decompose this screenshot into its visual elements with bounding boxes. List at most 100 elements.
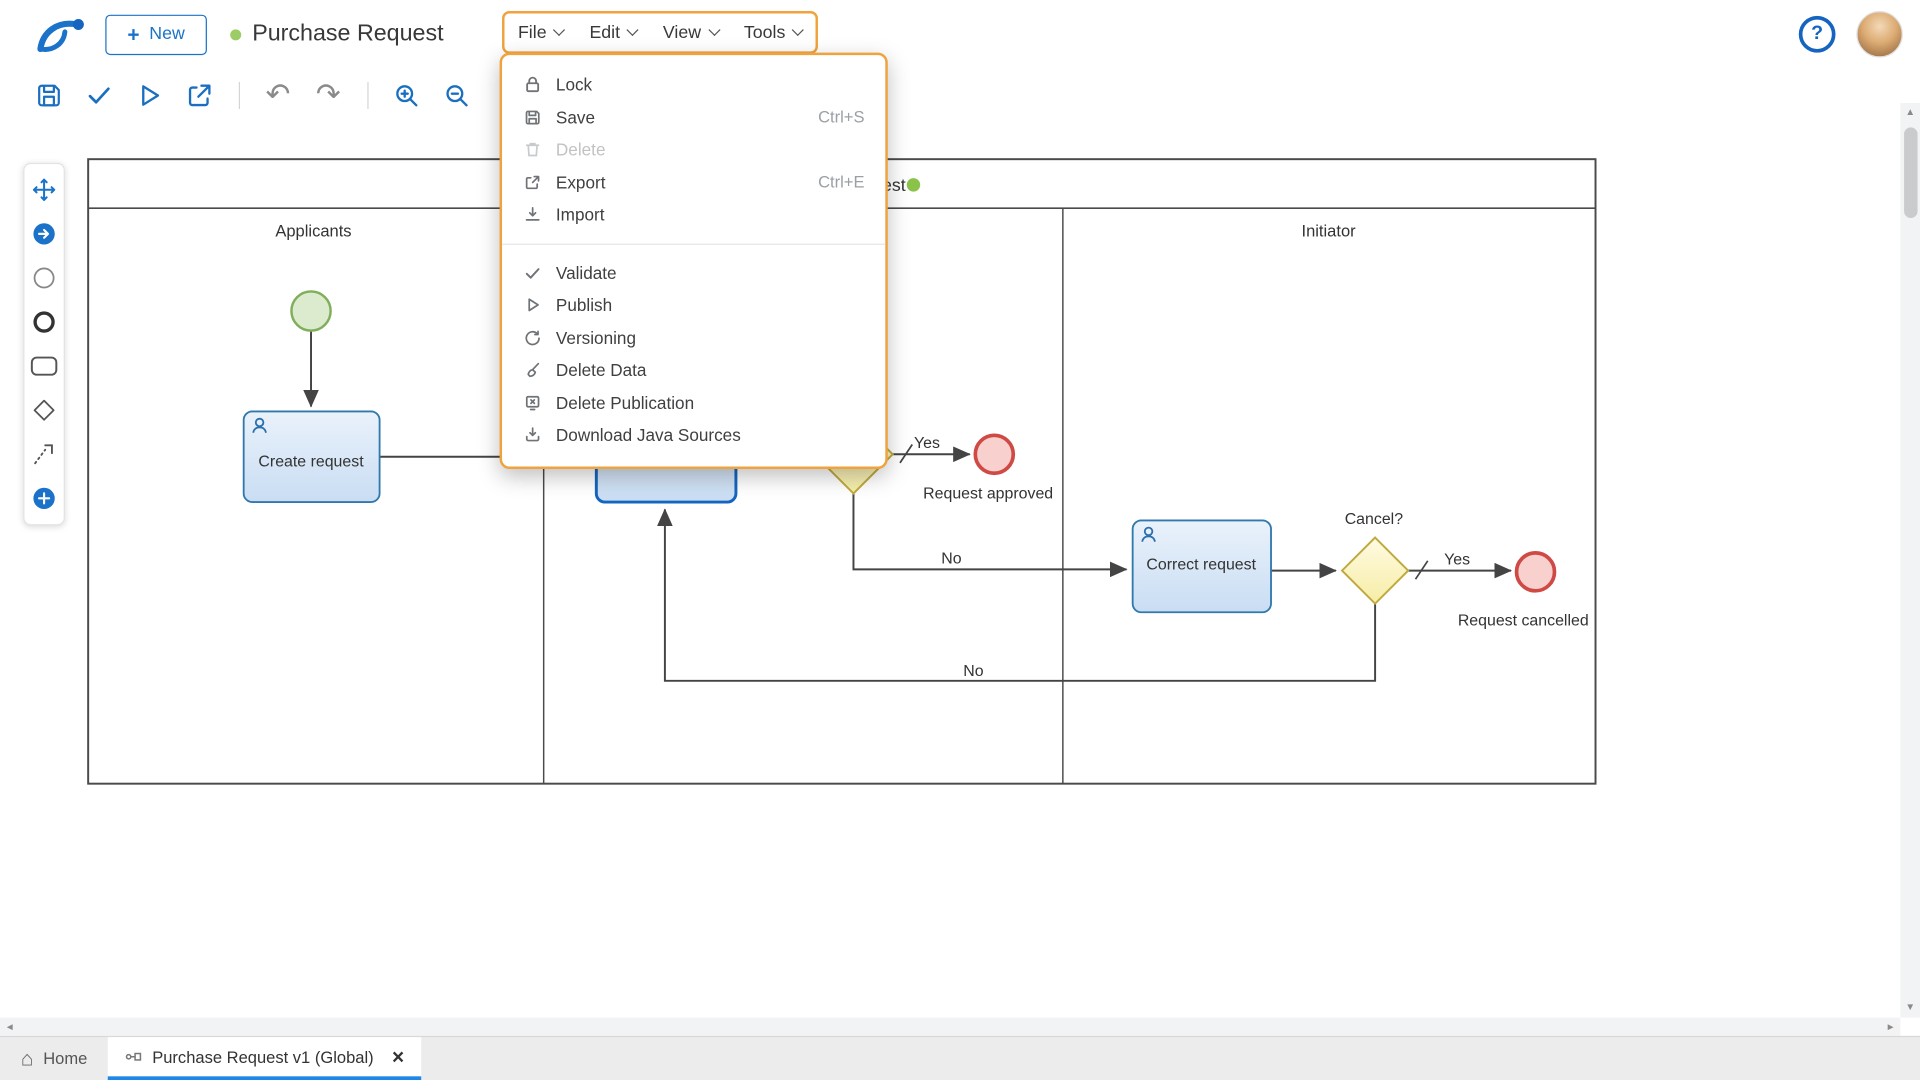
gateway-tool-icon[interactable] (29, 396, 58, 425)
app-root: Purchase Request Applicants Initiator Ye… (0, 0, 1920, 1080)
connect-tool-icon[interactable] (29, 219, 58, 248)
start-event-tool-icon[interactable] (29, 263, 58, 292)
tab-active-label: Purchase Request v1 (Global) (152, 1047, 374, 1066)
redo-icon[interactable]: ↷ (307, 75, 349, 117)
menu-item-publish[interactable]: Publish (502, 289, 885, 321)
menu-item-label: Download Java Sources (555, 425, 741, 445)
menu-item-label: Validate (555, 262, 617, 283)
vertical-scrollbar[interactable]: ▲ ▼ (1900, 102, 1920, 1018)
menu-file[interactable]: File (518, 23, 566, 42)
menu-item-label: Delete Data (555, 360, 647, 380)
close-icon[interactable]: × (392, 1046, 404, 1067)
menu-view-label: View (662, 22, 702, 43)
end-event-tool-icon[interactable] (29, 307, 58, 336)
menu-item-versioning[interactable]: Versioning (502, 321, 885, 353)
app-logo (37, 18, 84, 53)
annotation-connector-tool-icon[interactable] (29, 440, 58, 469)
task-create-request-label: Create request (258, 454, 364, 471)
new-button[interactable]: + New (105, 14, 207, 55)
horizontal-scrollbar[interactable]: ◄ ► (0, 1017, 1901, 1037)
menu-item-delete[interactable]: Delete (502, 133, 885, 165)
end-event-approved-label: Request approved (923, 485, 1053, 502)
menu-item-export[interactable]: Export Ctrl+E (502, 166, 885, 198)
save-icon (525, 110, 540, 125)
tab-home[interactable]: ⌂ Home (0, 1037, 108, 1080)
menu-edit[interactable]: Edit (589, 22, 639, 43)
flow-label-yes2: Yes (1444, 551, 1470, 568)
move-tool-icon[interactable] (29, 175, 58, 204)
menu-item-label: Export (555, 172, 606, 192)
menu-item-download-java-sources[interactable]: Download Java Sources (502, 419, 885, 451)
download-icon (525, 427, 540, 442)
scroll-up-icon[interactable]: ▲ (1900, 103, 1919, 123)
menu-tools[interactable]: Tools (744, 23, 805, 42)
zoom-out-icon[interactable] (436, 75, 478, 117)
menu-item-label: Versioning (555, 327, 636, 348)
menu-shortcut: Ctrl+E (818, 172, 865, 192)
chevron-down-icon (707, 23, 720, 37)
export-icon[interactable] (179, 75, 221, 117)
file-menu-dropdown: Lock Save Ctrl+S Delete Export Ctrl+E Im… (499, 52, 888, 469)
menu-item-label: Import (555, 204, 605, 225)
menu-item-label: Save (555, 107, 596, 128)
history-icon (525, 330, 540, 346)
broom-icon (527, 363, 540, 378)
publish-icon[interactable] (129, 75, 171, 117)
menubar: File Edit View Tools (502, 11, 819, 54)
play-icon (528, 298, 539, 312)
scroll-down-icon[interactable]: ▼ (1900, 998, 1919, 1018)
tab-home-label: Home (43, 1049, 88, 1068)
menu-edit-label: Edit (589, 22, 621, 43)
export-icon (525, 175, 540, 189)
lane-label-initiator: Initiator (1301, 221, 1356, 240)
help-icon[interactable]: ? (1798, 15, 1836, 53)
menu-separator (502, 243, 886, 245)
tab-purchase-request[interactable]: Purchase Request v1 (Global) × (108, 1037, 422, 1080)
home-icon: ⌂ (20, 1046, 34, 1071)
end-event-approved[interactable] (973, 433, 1016, 476)
menu-item-label: Publish (555, 295, 613, 315)
import-icon (525, 207, 540, 222)
end-event-cancelled[interactable] (1514, 551, 1557, 593)
lock-icon (526, 77, 540, 93)
menu-item-delete-data[interactable]: Delete Data (502, 354, 885, 386)
shape-palette (23, 162, 65, 526)
lane-label-applicants: Applicants (275, 221, 351, 240)
page-title: Purchase Request (252, 20, 444, 47)
process-status-dot (230, 28, 242, 40)
delete-publication-icon (525, 395, 540, 411)
pool-status-dot (906, 178, 921, 192)
vertical-scroll-thumb[interactable] (1903, 127, 1917, 218)
scroll-left-icon[interactable]: ◄ (0, 1017, 19, 1037)
menu-item-label: Delete Publication (555, 392, 695, 413)
menu-view[interactable]: View (662, 22, 720, 43)
save-icon[interactable] (28, 75, 70, 117)
add-tool-icon[interactable] (29, 484, 58, 513)
menu-item-lock[interactable]: Lock (502, 69, 885, 101)
toolbar-divider (367, 82, 369, 109)
header: + New Purchase Request File Edit View To… (0, 0, 1920, 69)
start-event[interactable] (290, 290, 332, 332)
end-event-cancelled-label: Request cancelled (1458, 613, 1589, 630)
menu-item-delete-publication[interactable]: Delete Publication (502, 386, 885, 418)
gateway-cancel-label: Cancel? (1345, 511, 1404, 528)
undo-icon[interactable]: ↶ (257, 75, 299, 117)
menu-item-label: Lock (555, 75, 593, 95)
toolbar: ↶ ↷ (0, 68, 1920, 123)
scroll-right-icon[interactable]: ► (1881, 1017, 1900, 1037)
task-correct-request[interactable]: Correct request (1131, 519, 1272, 614)
chevron-down-icon (626, 23, 639, 37)
zoom-in-icon[interactable] (386, 75, 428, 117)
menu-item-import[interactable]: Import (502, 198, 885, 230)
menu-item-validate[interactable]: Validate (502, 257, 885, 289)
task-create-request[interactable]: Create request (242, 410, 381, 503)
new-button-label: New (149, 24, 185, 45)
plus-icon: + (127, 22, 140, 46)
check-icon (525, 267, 540, 279)
bpmn-canvas[interactable]: Purchase Request Applicants Initiator Ye… (0, 122, 1920, 1016)
validate-icon[interactable] (78, 75, 120, 117)
user-avatar[interactable] (1856, 11, 1903, 58)
task-correct-request-label: Correct request (1146, 556, 1256, 573)
task-tool-icon[interactable] (29, 351, 58, 380)
menu-item-save[interactable]: Save Ctrl+S (502, 101, 885, 133)
